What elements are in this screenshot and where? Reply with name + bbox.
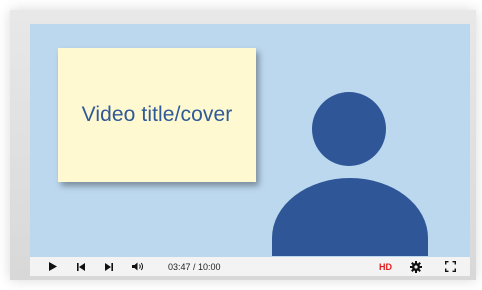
video-cover-card: Video title/cover [58, 48, 256, 182]
presenter-head [312, 92, 386, 166]
settings-icon[interactable] [408, 257, 424, 276]
time-display: 03:47 / 10:00 [168, 261, 221, 272]
fullscreen-icon[interactable] [442, 257, 458, 276]
video-title: Video title/cover [81, 103, 233, 126]
presenter-silhouette [272, 88, 428, 256]
volume-icon[interactable] [130, 257, 146, 276]
page: Video title/cover 03:47 / 10:00 HD [0, 0, 482, 290]
video-player[interactable]: Video title/cover [30, 24, 470, 276]
play-icon[interactable] [46, 257, 60, 276]
skip-previous-icon[interactable] [74, 257, 88, 276]
hd-badge[interactable]: HD [379, 257, 392, 276]
skip-next-icon[interactable] [102, 257, 116, 276]
control-bar: 03:47 / 10:00 HD [30, 257, 470, 276]
presenter-body [272, 178, 428, 256]
